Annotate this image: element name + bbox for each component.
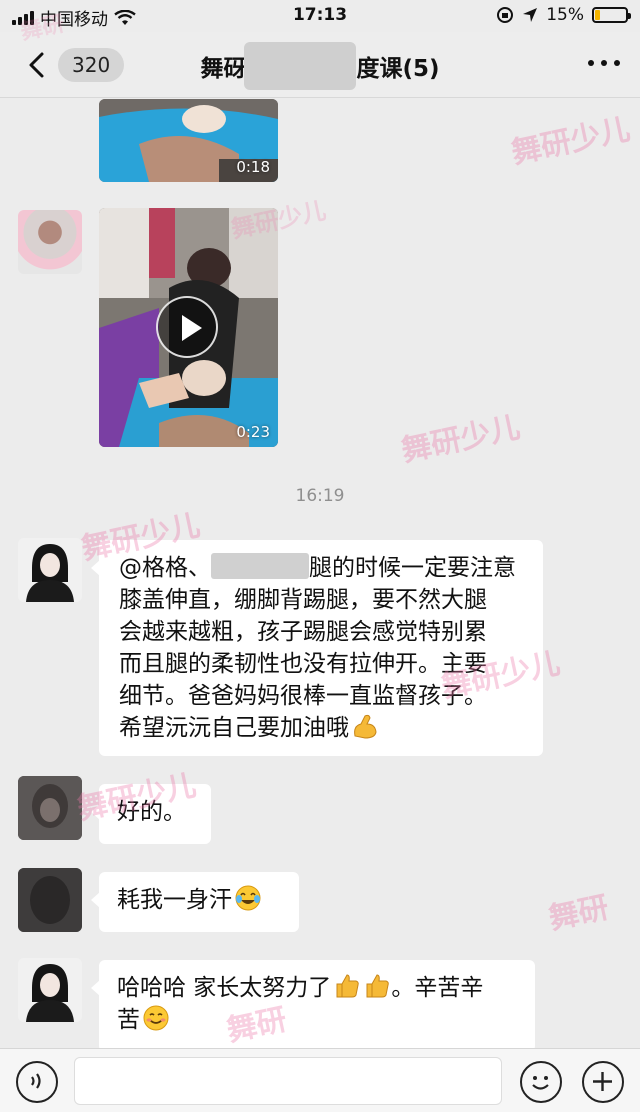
message-bubble[interactable]: 耗我一身汗 (91, 872, 299, 932)
thumbs-up-icon (336, 974, 360, 998)
message-line: 哈哈哈 家长太努力了 。辛苦辛 (117, 972, 517, 1004)
avatar[interactable] (18, 776, 82, 840)
avatar[interactable] (18, 210, 82, 274)
battery-icon (592, 7, 631, 23)
message-line: 苦 (117, 1004, 517, 1036)
thumbs-up-icon (366, 974, 390, 998)
message-bubble[interactable]: 好的。 (91, 784, 211, 844)
chat-timestamp: 16:19 (295, 486, 345, 506)
chat-title-prefix: 舞砑 (200, 56, 247, 82)
voice-input-icon[interactable] (16, 1061, 58, 1103)
message-bubble[interactable]: @格格、 腿的时候一定要注意 膝盖伸直，绷脚背踢腿，要不然大腿 会越来越粗，孩子踢… (91, 540, 543, 756)
chat-title-suffix: 度课(5) (356, 56, 440, 82)
smiling-face-icon (143, 1005, 169, 1031)
video-duration: 0:18 (236, 158, 270, 176)
message-line: 而且腿的柔韧性也没有拉伸开。主要 (119, 651, 487, 677)
video-message[interactable]: 0:23 (99, 208, 278, 447)
avatar-image (18, 868, 82, 932)
watermark: 舞研少儿 (398, 409, 524, 470)
add-attachment-icon[interactable] (582, 1061, 624, 1103)
video-duration: 0:23 (236, 423, 270, 441)
message-text: 好的。 (117, 799, 186, 825)
location-icon (523, 8, 538, 22)
video-message[interactable]: 0:18 (99, 99, 278, 182)
avatar[interactable] (18, 538, 82, 602)
mention-redaction (211, 553, 309, 579)
message-line: 希望沅沅自己要加油哦 (119, 712, 527, 744)
avatar-image (18, 776, 82, 840)
message-line: @格格、 腿的时候一定要注意 (119, 553, 516, 581)
status-bar: 中国移动 17:13 15% (0, 0, 640, 32)
message-input[interactable] (74, 1057, 502, 1105)
play-icon[interactable] (156, 296, 218, 358)
chat-header: 320 舞砑 度课(5) (0, 32, 640, 98)
title-redaction (244, 42, 356, 90)
message-text: 耗我一身汗 (117, 887, 232, 913)
more-options-icon[interactable] (588, 60, 620, 66)
avatar-image (18, 958, 82, 1022)
watermark: 舞研 (545, 890, 612, 937)
battery-percent: 15% (546, 5, 584, 25)
tears-of-joy-icon (235, 885, 261, 911)
watermark: 舞研少儿 (508, 111, 634, 172)
input-bar (0, 1048, 640, 1112)
emoji-picker-icon[interactable] (520, 1061, 562, 1103)
avatar[interactable] (18, 868, 82, 932)
message-line: 细节。爸爸妈妈很棒一直监督孩子。 (119, 683, 487, 709)
avatar-image (18, 538, 82, 602)
message-line: 膝盖伸直，绷脚背踢腿，要不然大腿 (119, 587, 487, 613)
avatar[interactable] (18, 958, 82, 1022)
message-line: 会越来越粗，孩子踢腿会感觉特别累 (119, 619, 487, 645)
flexed-biceps-icon (354, 714, 377, 739)
orientation-lock-icon (497, 7, 514, 23)
message-bubble[interactable]: 哈哈哈 家长太努力了 。辛苦辛 苦 (91, 960, 535, 1052)
